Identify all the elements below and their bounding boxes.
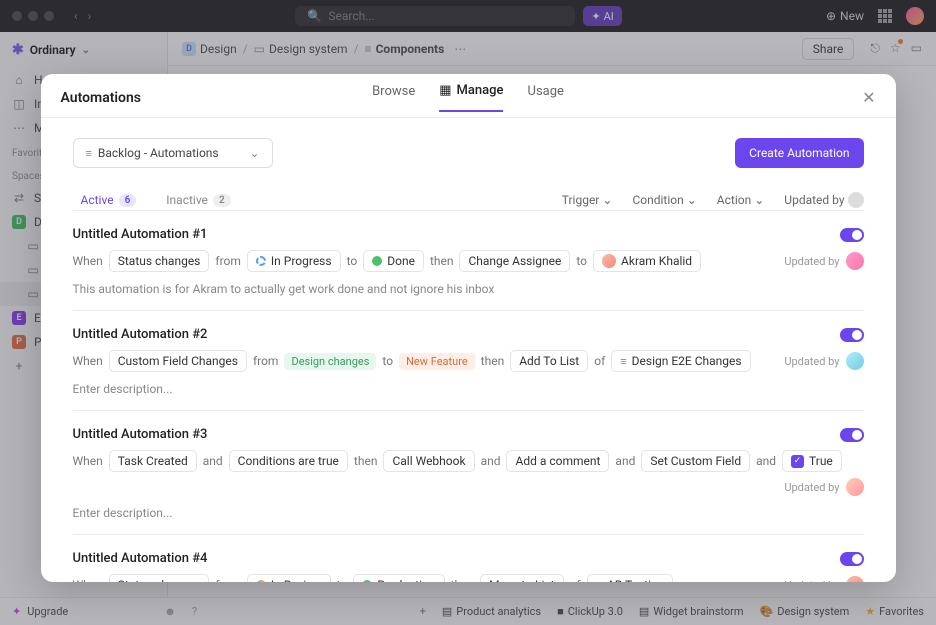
condition-chip[interactable]: Conditions are true (229, 450, 348, 472)
list-icon: ≡ (86, 147, 92, 160)
trigger-chip[interactable]: Task Created (109, 450, 197, 472)
filter-inactive[interactable]: Inactive2 (158, 190, 238, 210)
filter-active[interactable]: Active6 (73, 190, 145, 210)
avatar-icon (846, 252, 864, 270)
avatar-icon (602, 254, 616, 268)
action-chip[interactable]: Move to List (480, 574, 563, 582)
create-automation-button[interactable]: Create Automation (735, 138, 863, 168)
status-chip[interactable]: In Review (247, 574, 331, 582)
trigger-chip[interactable]: Status changes (109, 574, 210, 582)
automation-description[interactable]: Enter description... (73, 506, 864, 520)
status-icon (256, 580, 266, 582)
trigger-chip[interactable]: Custom Field Changes (109, 350, 247, 372)
toggle[interactable] (840, 228, 864, 242)
list-icon: ≡ (620, 355, 626, 368)
automation-title: Untitled Automation #4 (73, 551, 208, 566)
tab-browse[interactable]: Browse (372, 83, 415, 112)
automation-title: Untitled Automation #3 (73, 427, 208, 442)
toggle[interactable] (840, 428, 864, 442)
status-icon (362, 580, 372, 582)
action-chip[interactable]: Call Webhook (383, 450, 474, 472)
automation-row[interactable]: Untitled Automation #1 When Status chang… (73, 210, 864, 310)
avatar-icon (846, 478, 864, 496)
automation-description[interactable]: Enter description... (73, 382, 864, 396)
value-chip[interactable]: ✓True (782, 450, 842, 472)
chevron-down-icon: ⌄ (602, 193, 612, 207)
chevron-down-icon: ⌄ (249, 146, 259, 160)
tag-chip[interactable]: New Feature (399, 353, 475, 370)
toggle[interactable] (840, 552, 864, 566)
assignee-chip[interactable]: Akram Khalid (593, 250, 701, 272)
automation-description[interactable]: This automation is for Akram to actually… (73, 282, 864, 296)
filter-condition[interactable]: Condition⌄ (632, 192, 696, 208)
checkbox-icon: ✓ (791, 455, 804, 468)
close-icon[interactable]: ✕ (862, 88, 875, 107)
tag-chip[interactable]: Design changes (284, 353, 376, 370)
modal-overlay: Automations Browse ▦Manage Usage ✕ ≡ Bac… (0, 0, 936, 625)
status-icon (256, 256, 266, 266)
chevron-down-icon: ⌄ (687, 193, 697, 207)
automations-modal: Automations Browse ▦Manage Usage ✕ ≡ Bac… (41, 74, 896, 582)
manage-icon: ▦ (439, 83, 451, 98)
status-chip[interactable]: Production (353, 574, 444, 582)
action-chip[interactable]: Change Assignee (459, 250, 570, 272)
list-icon: ≡ (596, 579, 602, 583)
scope-dropdown[interactable]: ≡ Backlog - Automations ⌄ (73, 138, 273, 168)
list-chip[interactable]: ≡AB Testing (587, 574, 674, 582)
tab-usage[interactable]: Usage (528, 83, 564, 112)
action-chip[interactable]: Set Custom Field (641, 450, 750, 472)
automation-title: Untitled Automation #2 (73, 327, 208, 342)
action-chip[interactable]: Add a comment (506, 450, 609, 472)
automation-row[interactable]: Untitled Automation #3 When Task Created… (73, 410, 864, 534)
avatar-icon (846, 352, 864, 370)
modal-title: Automations (61, 90, 142, 106)
status-icon (372, 256, 382, 266)
toggle[interactable] (840, 328, 864, 342)
automation-row[interactable]: Untitled Automation #4 When Status chang… (73, 534, 864, 582)
filter-updated-by[interactable]: Updated by (784, 192, 863, 208)
chevron-down-icon: ⌄ (754, 193, 764, 207)
automation-row[interactable]: Untitled Automation #2 When Custom Field… (73, 310, 864, 410)
filter-action[interactable]: Action⌄ (717, 192, 765, 208)
avatar-icon (846, 576, 864, 582)
trigger-chip[interactable]: Status changes (109, 250, 210, 272)
filter-trigger[interactable]: Trigger⌄ (562, 192, 613, 208)
action-chip[interactable]: Add To List (510, 350, 588, 372)
list-chip[interactable]: ≡Design E2E Changes (611, 350, 750, 372)
tab-manage[interactable]: ▦Manage (439, 83, 503, 112)
automation-title: Untitled Automation #1 (73, 227, 208, 242)
avatar-icon (848, 192, 864, 208)
status-chip[interactable]: Done (363, 250, 424, 272)
status-chip[interactable]: In Progress (247, 250, 341, 272)
